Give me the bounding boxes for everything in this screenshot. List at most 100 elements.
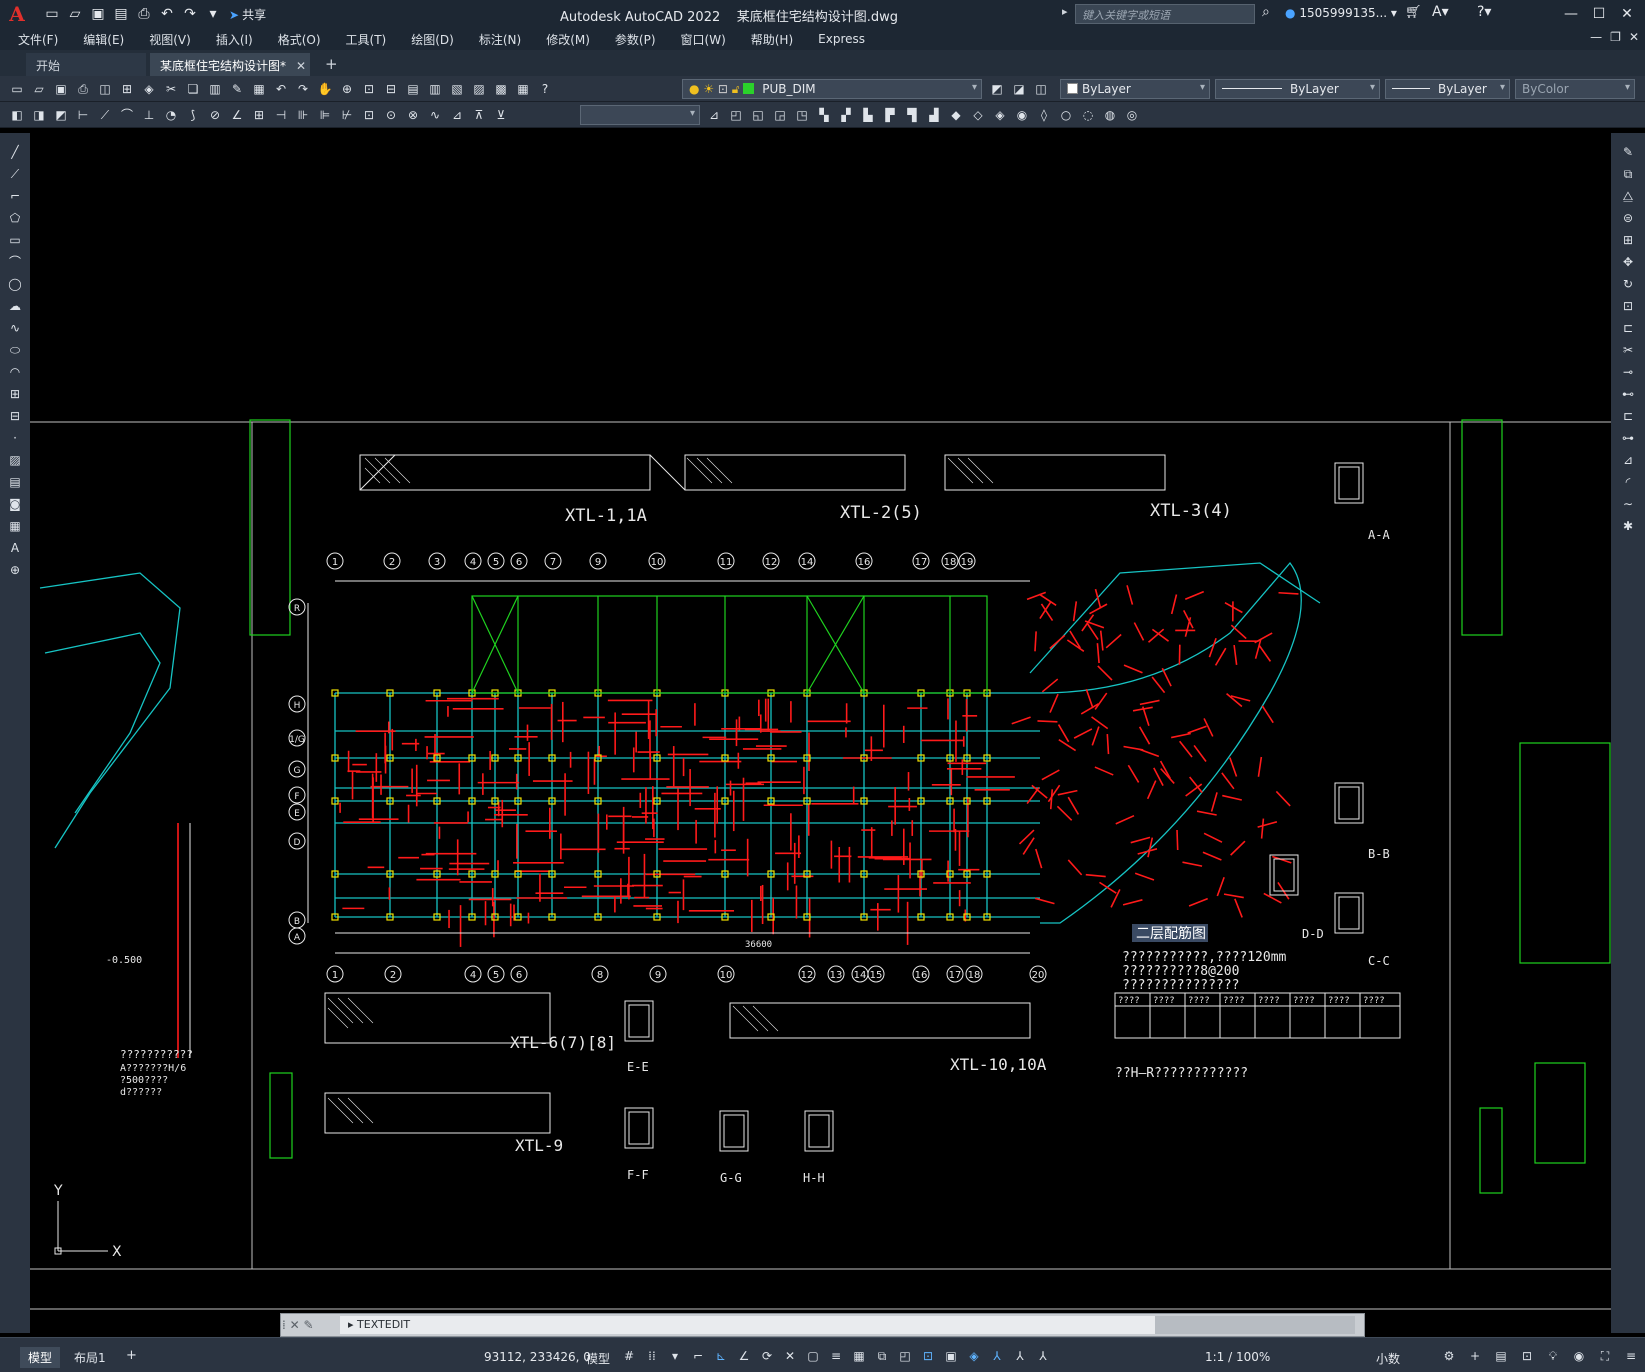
snap-menu-icon[interactable]: ▾: [666, 1347, 684, 1365]
dynamic-ucs-icon[interactable]: ⊡: [919, 1347, 937, 1365]
line-icon[interactable]: ╱: [6, 143, 24, 161]
tool-icon[interactable]: ▙: [859, 106, 877, 124]
block-editor-icon[interactable]: ▦: [250, 80, 268, 98]
lock-ui-icon[interactable]: ⊡: [1518, 1347, 1536, 1365]
tool-icon[interactable]: ◳: [793, 106, 811, 124]
menu-dimension[interactable]: 标注(N): [479, 31, 521, 48]
tab-drawing[interactable]: 某底框住宅结构设计图* ✕: [150, 53, 310, 76]
workspace-gear-icon[interactable]: ⚙: [1440, 1347, 1458, 1365]
tool-palettes-icon[interactable]: ▧: [448, 80, 466, 98]
tool-icon[interactable]: ▛: [881, 106, 899, 124]
save-icon[interactable]: ▣: [52, 80, 70, 98]
erase-icon[interactable]: ✎: [1619, 143, 1637, 161]
menu-modify[interactable]: 修改(M): [546, 31, 590, 48]
add-selected-icon[interactable]: ⊕: [6, 561, 24, 579]
tool-icon[interactable]: ▚: [815, 106, 833, 124]
dim-edit-icon[interactable]: ⊿: [448, 106, 466, 124]
menu-parametric[interactable]: 参数(P): [615, 31, 656, 48]
tab-layout1[interactable]: 布局1: [66, 1347, 114, 1368]
trim-icon[interactable]: ✂: [1619, 341, 1637, 359]
dim-continue-icon[interactable]: ⊪: [294, 106, 312, 124]
copy-object-icon[interactable]: ⧉: [1619, 165, 1637, 183]
auto-scale-icon[interactable]: ⅄: [1011, 1347, 1029, 1365]
circle-icon[interactable]: ◯: [6, 275, 24, 293]
break-icon[interactable]: ⊏: [1619, 407, 1637, 425]
dim-aligned-icon[interactable]: ⟋: [96, 106, 114, 124]
menu-draw[interactable]: 绘图(D): [411, 31, 454, 48]
gradient-icon[interactable]: ▤: [6, 473, 24, 491]
cart-icon[interactable]: 🛒︎: [1405, 5, 1422, 20]
tab-start[interactable]: 开始: [26, 53, 146, 76]
menu-view[interactable]: 视图(V): [149, 31, 191, 48]
menu-insert[interactable]: 插入(I): [216, 31, 253, 48]
design-center-icon[interactable]: ▥: [426, 80, 444, 98]
customize-qat-icon[interactable]: ▾: [203, 4, 223, 24]
ellipse-arc-icon[interactable]: ◠: [6, 363, 24, 381]
blend-icon[interactable]: ∼: [1619, 495, 1637, 513]
snap-icon[interactable]: ⁞⁞: [643, 1347, 661, 1365]
tool-icon[interactable]: ◆: [947, 106, 965, 124]
isolate-icon[interactable]: 💡︎: [1544, 1347, 1562, 1365]
grid-icon[interactable]: #: [620, 1347, 638, 1365]
redo-icon[interactable]: ↷: [294, 80, 312, 98]
menu-express[interactable]: Express: [818, 32, 865, 46]
center-mark-icon[interactable]: ⊙: [382, 106, 400, 124]
add-layout-icon[interactable]: +: [126, 1348, 137, 1363]
annotation-scale-icon[interactable]: ⅄: [1034, 1347, 1052, 1365]
tool-icon[interactable]: ◱: [749, 106, 767, 124]
save-icon[interactable]: ▣: [88, 4, 108, 24]
dim-arc-icon[interactable]: ⌒: [118, 106, 136, 124]
inspect-icon[interactable]: ⊗: [404, 106, 422, 124]
cad-drawing[interactable]: 1 2 3 4 5 6 7 9 10 11 12 14 16 17 18 191 2 4 5 6 8 9 10 12 13 14 1…: [30, 133, 1611, 1313]
match-prop-icon[interactable]: ✎: [228, 80, 246, 98]
clean-screen-icon[interactable]: ⛶: [1596, 1347, 1614, 1365]
zoom-previous-icon[interactable]: ⊟: [382, 80, 400, 98]
tool-icon[interactable]: ◲: [771, 106, 789, 124]
layer-previous-icon[interactable]: ◩: [988, 80, 1006, 98]
3d-osnap-icon[interactable]: ◰: [896, 1347, 914, 1365]
move-icon[interactable]: ✥: [1619, 253, 1637, 271]
publish-icon[interactable]: ⊞: [118, 80, 136, 98]
menu-help[interactable]: 帮助(H): [751, 31, 793, 48]
customize-icon[interactable]: ≡: [1622, 1347, 1640, 1365]
tool-icon[interactable]: ◧: [8, 106, 26, 124]
tool-icon[interactable]: ○: [1057, 106, 1075, 124]
dim-text-edit-icon[interactable]: ⊼: [470, 106, 488, 124]
zoom-window-icon[interactable]: ⊡: [360, 80, 378, 98]
ortho-icon[interactable]: ⊾: [712, 1347, 730, 1365]
new-tab-icon[interactable]: +: [325, 55, 338, 73]
tool-icon[interactable]: ▟: [925, 106, 943, 124]
polar-icon[interactable]: ∠: [735, 1347, 753, 1365]
menu-window[interactable]: 窗口(W): [681, 31, 726, 48]
dim-diameter-icon[interactable]: ⊘: [206, 106, 224, 124]
tool-icon[interactable]: ◩: [52, 106, 70, 124]
osnap-icon[interactable]: ▢: [804, 1347, 822, 1365]
dim-style-dropdown[interactable]: ▾: [580, 105, 700, 125]
dim-jogged-icon[interactable]: ⟆: [184, 106, 202, 124]
zoom-realtime-icon[interactable]: ⊕: [338, 80, 356, 98]
lineweight-dropdown[interactable]: ByLayer ▾: [1385, 79, 1510, 99]
plan-title[interactable]: 二层配筋图: [1136, 925, 1206, 942]
3d-dwf-icon[interactable]: ◈: [140, 80, 158, 98]
doc-close-icon[interactable]: ✕: [1629, 30, 1639, 44]
otrack-icon[interactable]: ✕: [781, 1347, 799, 1365]
open-icon[interactable]: ▱: [30, 80, 48, 98]
close-icon[interactable]: ✕: [1613, 2, 1641, 26]
hardware-accel-icon[interactable]: ◉: [1570, 1347, 1588, 1365]
quick-properties-icon[interactable]: ▤: [1492, 1347, 1510, 1365]
spline-icon[interactable]: ∿: [6, 319, 24, 337]
jogged-linear-icon[interactable]: ∿: [426, 106, 444, 124]
command-line-close-icon[interactable]: ⁞ ✕ ✎: [282, 1318, 314, 1332]
mtext-icon[interactable]: A: [6, 539, 24, 557]
dim-space-icon[interactable]: ⊫: [316, 106, 334, 124]
dim-baseline-icon[interactable]: ⊣: [272, 106, 290, 124]
make-block-icon[interactable]: ⊟: [6, 407, 24, 425]
dim-linear-icon[interactable]: ⊢: [74, 106, 92, 124]
tool-icon[interactable]: ◉: [1013, 106, 1031, 124]
units-dropdown[interactable]: 小数: [1376, 1350, 1400, 1367]
infer-icon[interactable]: ⌐: [689, 1347, 707, 1365]
qnew-icon[interactable]: ▭: [8, 80, 26, 98]
transparency-icon[interactable]: ▦: [850, 1347, 868, 1365]
layer-states-icon[interactable]: ◫: [1032, 80, 1050, 98]
chamfer-icon[interactable]: ⊿: [1619, 451, 1637, 469]
